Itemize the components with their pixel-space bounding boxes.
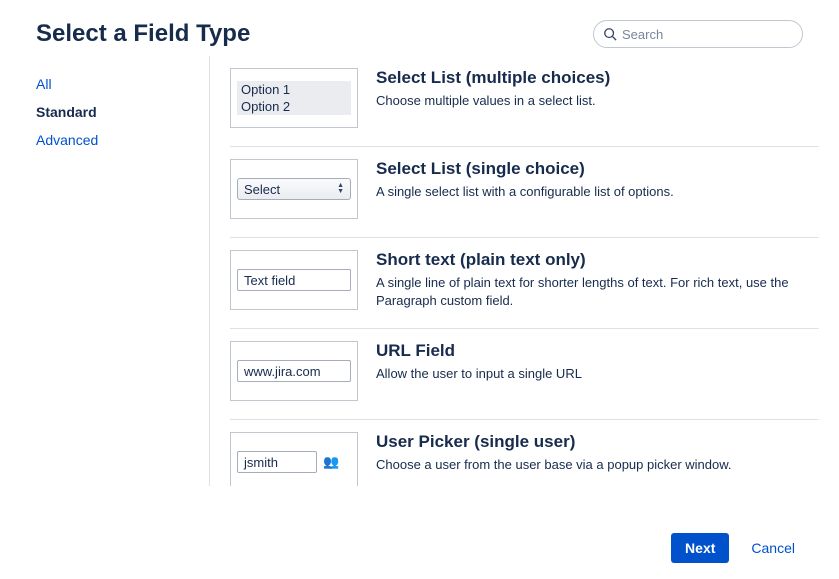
next-button[interactable]: Next bbox=[671, 533, 729, 563]
field-type-description: Allow the user to input a single URL bbox=[376, 365, 819, 383]
field-type-list: Option 1Option 2 Select List (multiple ch… bbox=[210, 56, 839, 486]
sidebar-item-advanced[interactable]: Advanced bbox=[22, 126, 209, 154]
people-icon: 👥 bbox=[323, 454, 339, 470]
preview-user-value: jsmith bbox=[237, 451, 317, 473]
search-input[interactable] bbox=[593, 20, 803, 48]
field-type-title: Select List (multiple choices) bbox=[376, 68, 819, 88]
field-type-description: A single select list with a configurable… bbox=[376, 183, 819, 201]
page-title: Select a Field Type bbox=[36, 20, 250, 48]
preview-text-value: www.jira.com bbox=[237, 360, 351, 382]
field-type-row-select-single[interactable]: Select ▲▼ Select List (single choice) A sin… bbox=[230, 147, 819, 238]
field-type-title: User Picker (single user) bbox=[376, 432, 819, 452]
dialog-footer: Next Cancel bbox=[0, 515, 839, 579]
field-type-row-url[interactable]: www.jira.com URL Field Allow the user to i… bbox=[230, 329, 819, 420]
field-type-title: Select List (single choice) bbox=[376, 159, 819, 179]
field-type-list-scroll[interactable]: Option 1Option 2 Select List (multiple ch… bbox=[210, 56, 839, 486]
field-type-preview: jsmith 👥 bbox=[230, 432, 358, 486]
field-type-title: Short text (plain text only) bbox=[376, 250, 819, 270]
field-type-description: A single line of plain text for shorter … bbox=[376, 274, 819, 310]
preview-select-label: Select bbox=[244, 182, 280, 197]
field-type-preview: Select ▲▼ bbox=[230, 159, 358, 219]
sidebar: AllStandardAdvanced bbox=[0, 56, 210, 486]
field-type-preview: Option 1Option 2 bbox=[230, 68, 358, 128]
field-type-preview: Text field bbox=[230, 250, 358, 310]
field-type-preview: www.jira.com bbox=[230, 341, 358, 401]
field-type-description: Choose multiple values in a select list. bbox=[376, 92, 819, 110]
search-icon bbox=[603, 27, 617, 41]
field-type-row-select-multi[interactable]: Option 1Option 2 Select List (multiple ch… bbox=[230, 56, 819, 147]
sidebar-item-standard[interactable]: Standard bbox=[22, 98, 209, 126]
search-field[interactable] bbox=[593, 20, 803, 48]
field-type-title: URL Field bbox=[376, 341, 819, 361]
preview-option: Option 2 bbox=[237, 98, 351, 115]
preview-option: Option 1 bbox=[237, 81, 351, 98]
preview-text-value: Text field bbox=[237, 269, 351, 291]
cancel-button[interactable]: Cancel bbox=[747, 534, 799, 562]
field-type-row-user-picker[interactable]: jsmith 👥 User Picker (single user) Choose a… bbox=[230, 420, 819, 486]
sidebar-item-all[interactable]: All bbox=[22, 70, 209, 98]
field-type-description: Choose a user from the user base via a p… bbox=[376, 456, 819, 474]
field-type-row-short-text[interactable]: Text field Short text (plain text only) A … bbox=[230, 238, 819, 329]
chevron-updown-icon: ▲▼ bbox=[337, 183, 344, 195]
